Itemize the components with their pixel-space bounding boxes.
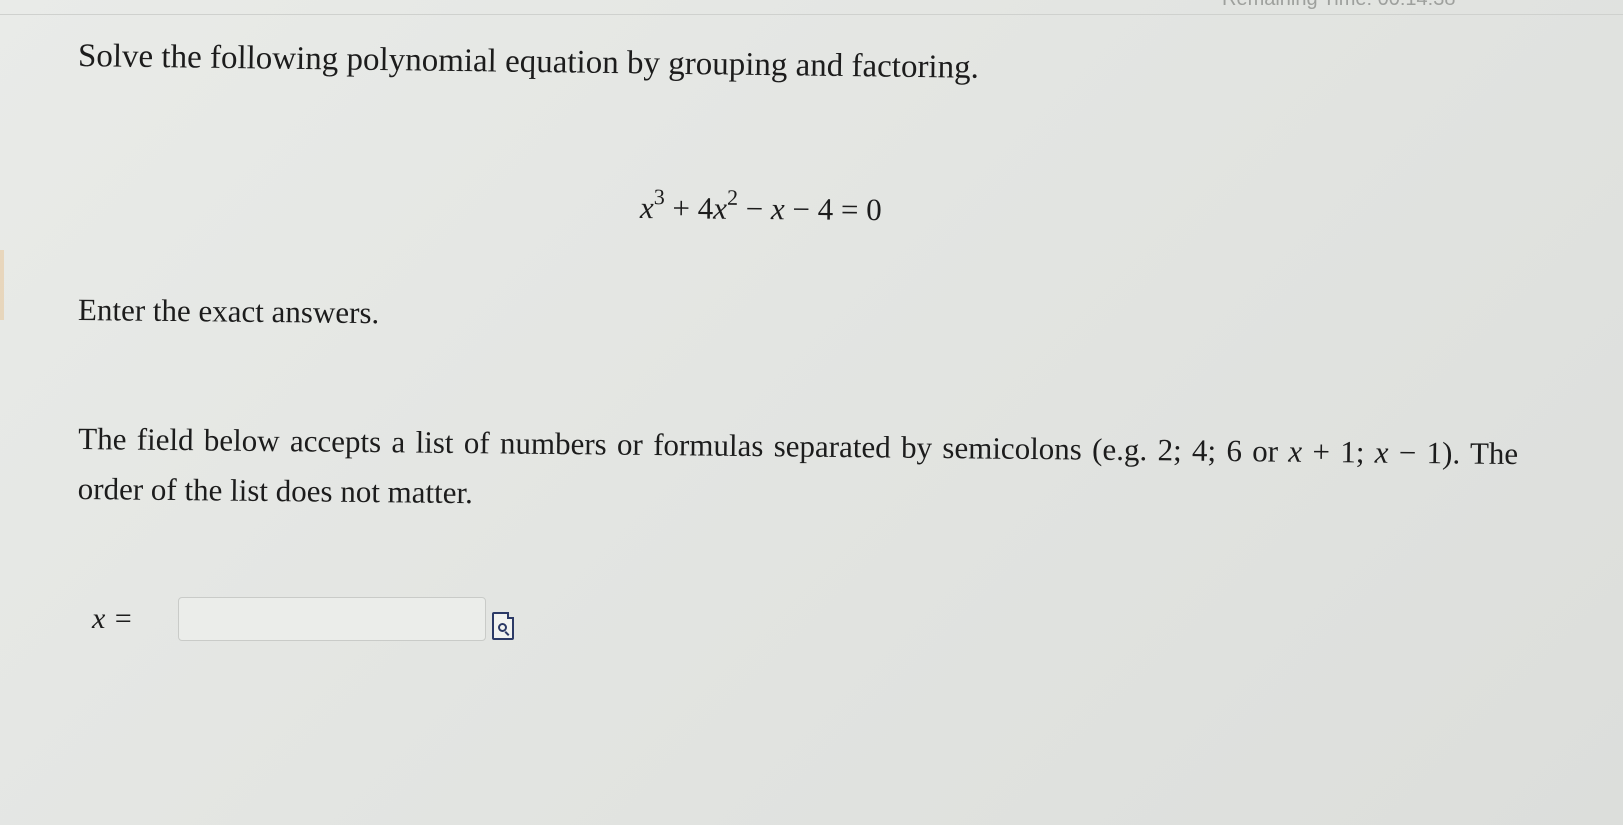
answer-instruction: Enter the exact answers. [77,292,380,331]
help-example-rest-1: + 1; [1302,433,1375,470]
answer-variable-label: x = [92,602,134,635]
equation-exp-2: 2 [726,184,739,210]
equation-exp-1: 3 [653,184,665,210]
input-help-text: The field below accepts a list of number… [77,414,1519,529]
equation-var-1: x [639,190,654,226]
help-example-var-2: x [1374,434,1389,470]
help-example-var-1: x [1288,433,1303,469]
equation-op-1: + 4 [664,190,714,226]
magnifier-handle [504,631,510,636]
preview-icon-fold [507,612,514,619]
top-divider [0,14,1623,15]
equation-var-3: x [770,191,785,227]
equation-rest: − 4 = 0 [784,191,882,228]
preview-document-icon[interactable] [492,612,514,640]
answer-row: x = [92,594,514,644]
remaining-time: Remaining Time: 00:14:38 [1222,0,1455,11]
equation-op-2: − [737,190,772,227]
help-text-before: The field below accepts a list of number… [78,421,1289,469]
polynomial-equation: x3 + 4x2 − x − 4 = 0 [640,184,882,228]
left-edge-marker [0,250,4,320]
question-prompt: Solve the following polynomial equation … [77,38,980,86]
answer-input[interactable] [178,597,486,641]
equation-var-2: x [713,190,728,226]
